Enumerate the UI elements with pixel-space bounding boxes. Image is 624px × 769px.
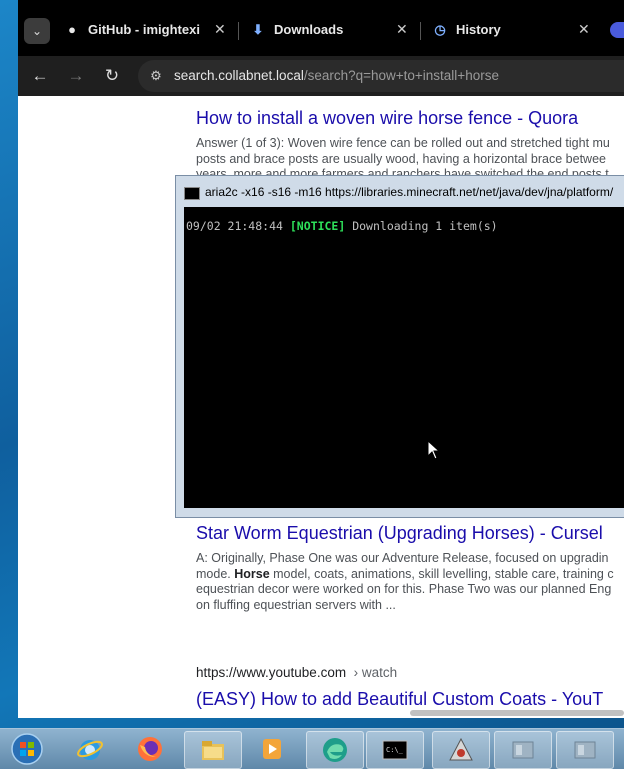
window-icon: [574, 741, 596, 759]
tab-label: History: [456, 22, 501, 37]
edge-icon: [323, 738, 347, 762]
console-window[interactable]: aria2c -x16 -s16 -m16 https://libraries.…: [175, 175, 624, 518]
window-icon: [512, 741, 534, 759]
close-icon[interactable]: ✕: [578, 21, 590, 38]
result-title-link[interactable]: How to install a woven wire horse fence …: [196, 108, 578, 129]
taskbar-internet-explorer[interactable]: [62, 731, 118, 767]
taskbar: C:\_: [0, 728, 624, 769]
result-title-link[interactable]: Star Worm Equestrian (Upgrading Horses) …: [196, 523, 603, 544]
tab-label: Downloads: [274, 22, 344, 37]
firefox-icon: [138, 737, 162, 761]
mouse-cursor-icon: [427, 440, 441, 460]
tab-history[interactable]: ◷ History ✕: [432, 10, 592, 54]
tab-github[interactable]: ● GitHub - imightexist ✕: [64, 10, 232, 54]
taskbar-window[interactable]: [494, 731, 552, 769]
close-icon[interactable]: ✕: [396, 21, 408, 38]
taskbar-window[interactable]: [556, 731, 614, 769]
forward-button[interactable]: →: [63, 64, 89, 88]
tab-downloads[interactable]: ⬇ Downloads ✕: [250, 10, 410, 54]
start-button[interactable]: [0, 731, 56, 767]
address-bar[interactable]: ⚙ search.collabnet.local/search?q=how+to…: [138, 60, 624, 92]
taskbar-command-prompt[interactable]: C:\_: [366, 731, 424, 769]
download-icon: ⬇: [252, 22, 264, 37]
reload-button[interactable]: ↻: [99, 64, 125, 88]
browser-toolbar: ← → ↻ ⚙ search.collabnet.local/search?q=…: [18, 56, 624, 96]
start-orb-icon: [11, 733, 43, 765]
back-button[interactable]: ←: [27, 64, 53, 88]
site-info-icon[interactable]: ⚙: [146, 66, 166, 86]
console-line: 09/02 21:48:44 [NOTICE] Downloading 1 it…: [186, 219, 498, 233]
tab-divider: [238, 22, 239, 40]
console-output[interactable]: 09/02 21:48:44 [NOTICE] Downloading 1 it…: [184, 207, 624, 508]
history-icon: ◷: [434, 22, 446, 37]
github-icon: ●: [68, 22, 76, 37]
command-prompt-icon: [184, 187, 200, 200]
internet-explorer-icon: [77, 740, 103, 760]
taskbar-edge[interactable]: [306, 731, 364, 769]
tab-strip: ⌄ ● GitHub - imightexist ✕ ⬇ Downloads ✕…: [18, 0, 624, 56]
tab-overflow-indicator[interactable]: [610, 22, 624, 38]
close-icon[interactable]: ✕: [214, 21, 226, 38]
taskbar-file-explorer[interactable]: [184, 731, 242, 769]
result-cite[interactable]: https://www.youtube.com › watch: [196, 665, 397, 680]
result-title-link[interactable]: (EASY) How to add Beautiful Custom Coats…: [196, 689, 603, 710]
tab-divider: [420, 22, 421, 40]
java-icon: [449, 737, 473, 761]
url-text: search.collabnet.local/search?q=how+to+i…: [174, 68, 499, 83]
console-title-bar[interactable]: aria2c -x16 -s16 -m16 https://libraries.…: [176, 176, 624, 206]
file-explorer-icon: [202, 741, 224, 760]
horizontal-scrollbar[interactable]: [410, 710, 624, 716]
tab-search-button[interactable]: ⌄: [24, 18, 50, 44]
console-title: aria2c -x16 -s16 -m16 https://libraries.…: [205, 185, 614, 199]
svg-text:C:\_: C:\_: [386, 746, 404, 754]
command-prompt-icon: C:\_: [382, 740, 408, 760]
taskbar-firefox[interactable]: [122, 731, 178, 767]
taskbar-media-player[interactable]: [244, 731, 300, 767]
taskbar-java[interactable]: [432, 731, 490, 769]
result-snippet: A: Originally, Phase One was our Adventu…: [196, 551, 614, 612]
tab-label: GitHub - imightexist: [88, 22, 200, 37]
media-player-icon: [263, 739, 281, 759]
